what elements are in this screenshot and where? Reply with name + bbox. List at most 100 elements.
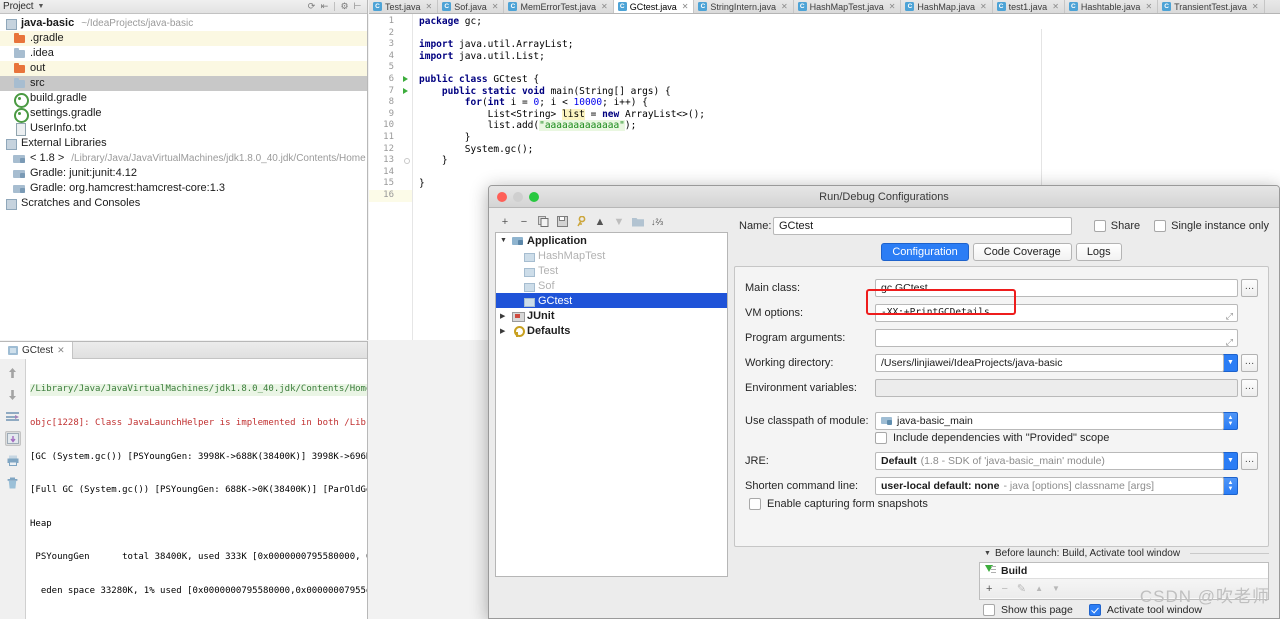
scroll-up-icon[interactable] — [5, 365, 21, 380]
include-dependencies-row[interactable]: Include dependencies with "Provided" sco… — [875, 432, 1258, 444]
shorten-combo[interactable]: user-local default: none - java [options… — [875, 477, 1224, 495]
configurations-tree[interactable]: ▼ Application HashMapTest Test — [495, 232, 728, 577]
jre-dropdown[interactable]: ▼ — [1223, 452, 1238, 470]
print-icon[interactable] — [5, 453, 21, 468]
expander-icon[interactable]: ▼ — [500, 237, 511, 244]
include-dependencies-checkbox[interactable] — [875, 432, 887, 444]
sync-icon[interactable]: ⟳ — [305, 1, 318, 13]
tree-row-hamcrest-lib[interactable]: Gradle: org.hamcrest:hamcrest-core:1.3 — [0, 181, 367, 196]
close-icon[interactable]: ✕ — [1052, 2, 1059, 11]
close-icon[interactable]: ✕ — [57, 345, 65, 356]
editor-tab-stringintern[interactable]: C StringIntern.java ✕ — [694, 0, 793, 13]
tree-row-jdk[interactable]: < 1.8 > /Library/Java/JavaVirtualMachine… — [0, 151, 367, 166]
config-group-junit[interactable]: ▶ JUnit — [496, 308, 727, 323]
tree-row-settings-gradle[interactable]: settings.gradle — [0, 106, 367, 121]
editor-tab-transienttest[interactable]: C TransientTest.java ✕ — [1158, 0, 1264, 13]
config-group-defaults[interactable]: ▶ Defaults — [496, 323, 727, 338]
close-icon[interactable]: ✕ — [980, 2, 987, 11]
close-icon[interactable]: ✕ — [492, 2, 499, 11]
classpath-combo[interactable]: java-basic_main — [875, 412, 1224, 430]
close-icon[interactable]: ✕ — [601, 2, 608, 11]
single-instance-checkbox-group[interactable]: Single instance only — [1154, 220, 1269, 232]
classpath-spinner[interactable]: ▲▼ — [1223, 412, 1238, 430]
working-directory-browse-button[interactable]: … — [1241, 354, 1258, 372]
close-icon[interactable]: ✕ — [426, 2, 433, 11]
jre-combo[interactable]: Default (1.8 - SDK of 'java-basic_main' … — [875, 452, 1224, 470]
move-down-icon[interactable]: ▼ — [613, 215, 625, 228]
tree-row-scratches[interactable]: Scratches and Consoles — [0, 196, 367, 211]
config-item-gctest[interactable]: GCtest — [496, 293, 727, 308]
expand-icon[interactable]: ⤢ — [1226, 334, 1233, 347]
config-item-hashmaptest[interactable]: HashMapTest — [496, 248, 727, 263]
tree-row-external-libraries[interactable]: External Libraries — [0, 136, 367, 151]
config-item-sof[interactable]: Sof — [496, 278, 727, 293]
expand-icon[interactable]: ⤢ — [1226, 309, 1233, 322]
remove-icon[interactable]: − — [518, 215, 530, 228]
tab-logs[interactable]: Logs — [1076, 243, 1122, 261]
working-directory-dropdown[interactable]: ▼ — [1223, 354, 1238, 372]
close-icon[interactable]: ✕ — [1145, 2, 1152, 11]
before-launch-header[interactable]: ▼ Before launch: Build, Activate tool wi… — [979, 548, 1269, 559]
run-gutter-icon[interactable] — [403, 76, 408, 82]
close-icon[interactable]: ✕ — [1252, 2, 1259, 11]
editor-tab-test[interactable]: C Test.java ✕ — [369, 0, 438, 13]
gear-icon[interactable]: ⚙ — [338, 1, 351, 13]
before-launch-item-build[interactable]: Build — [980, 563, 1268, 579]
editor-tab-sof[interactable]: C Sof.java ✕ — [438, 0, 504, 13]
close-icon[interactable]: ✕ — [781, 2, 788, 11]
main-class-browse-button[interactable]: … — [1241, 279, 1258, 297]
edit-icon[interactable]: ✎ — [1017, 582, 1026, 595]
main-class-input[interactable]: gc.GCtest — [875, 279, 1238, 297]
sort-icon[interactable]: ↓⅔ — [651, 215, 663, 228]
scroll-down-icon[interactable] — [5, 387, 21, 402]
edit-defaults-icon[interactable] — [575, 215, 587, 228]
activate-tool-window-checkbox[interactable] — [1089, 604, 1101, 616]
vm-options-input[interactable]: -XX:+PrintGCDetails ⤢ — [875, 304, 1238, 322]
console-output[interactable]: /Library/Java/JavaVirtualMachines/jdk1.8… — [26, 359, 367, 619]
scroll-to-end-icon[interactable] — [5, 431, 21, 446]
editor-tab-hashtable[interactable]: C Hashtable.java ✕ — [1065, 0, 1158, 13]
tree-row-junit-lib[interactable]: Gradle: junit:junit:4.12 — [0, 166, 367, 181]
share-checkbox-group[interactable]: Share — [1094, 220, 1140, 232]
trash-icon[interactable] — [5, 475, 21, 490]
shorten-spinner[interactable]: ▲▼ — [1223, 477, 1238, 495]
minimize-button[interactable] — [513, 192, 523, 202]
jre-browse-button[interactable]: … — [1241, 452, 1258, 470]
tree-row-gradle-dir[interactable]: .gradle — [0, 31, 367, 46]
share-checkbox[interactable] — [1094, 220, 1106, 232]
name-input[interactable]: GCtest — [773, 217, 1072, 235]
chevron-down-icon[interactable]: ▼ — [37, 3, 44, 10]
maximize-button[interactable] — [529, 192, 539, 202]
tree-row-project-root[interactable]: java-basic ~/IdeaProjects/java-basic — [0, 16, 367, 31]
editor-tab-hashmaptest[interactable]: C HashMapTest.java ✕ — [794, 0, 902, 13]
tree-row-build-gradle[interactable]: build.gradle — [0, 91, 367, 106]
single-instance-checkbox[interactable] — [1154, 220, 1166, 232]
hide-icon[interactable]: ⊢ — [351, 1, 364, 13]
tree-row-src-dir[interactable]: src — [0, 76, 367, 91]
close-icon[interactable]: ✕ — [889, 2, 896, 11]
add-icon[interactable]: + — [499, 215, 511, 228]
working-directory-input[interactable]: /Users/linjiawei/IdeaProjects/java-basic — [875, 354, 1224, 372]
form-snapshots-checkbox[interactable] — [749, 498, 761, 510]
expander-icon[interactable]: ▶ — [500, 312, 511, 320]
editor-tab-memerrortest[interactable]: C MemErrorTest.java ✕ — [504, 0, 613, 13]
close-icon[interactable]: ✕ — [682, 2, 689, 11]
run-gutter-icon[interactable] — [403, 88, 408, 94]
config-group-application[interactable]: ▼ Application — [496, 233, 727, 248]
program-arguments-input[interactable]: ⤢ — [875, 329, 1238, 347]
tab-code-coverage[interactable]: Code Coverage — [973, 243, 1072, 261]
collapse-all-icon[interactable]: ⇤ — [318, 1, 331, 13]
tree-row-out-dir[interactable]: out — [0, 61, 367, 76]
editor-gutter[interactable]: 1 2 3 4 5 6 7 8 9 10 11 12 13 14 15 16 — [369, 14, 413, 340]
remove-icon[interactable]: − — [1001, 583, 1007, 595]
add-icon[interactable]: + — [986, 583, 992, 595]
environment-variables-input[interactable] — [875, 379, 1238, 397]
move-up-icon[interactable]: ▲ — [594, 215, 606, 228]
show-this-page-checkbox[interactable] — [983, 604, 995, 616]
editor-tab-test1[interactable]: C test1.java ✕ — [993, 0, 1065, 13]
tree-row-userinfo-txt[interactable]: UserInfo.txt — [0, 121, 367, 136]
environment-variables-browse-button[interactable]: … — [1241, 379, 1258, 397]
run-tab-gctest[interactable]: GCtest ✕ — [0, 342, 73, 359]
tab-configuration[interactable]: Configuration — [881, 243, 968, 261]
soft-wrap-icon[interactable] — [5, 409, 21, 424]
